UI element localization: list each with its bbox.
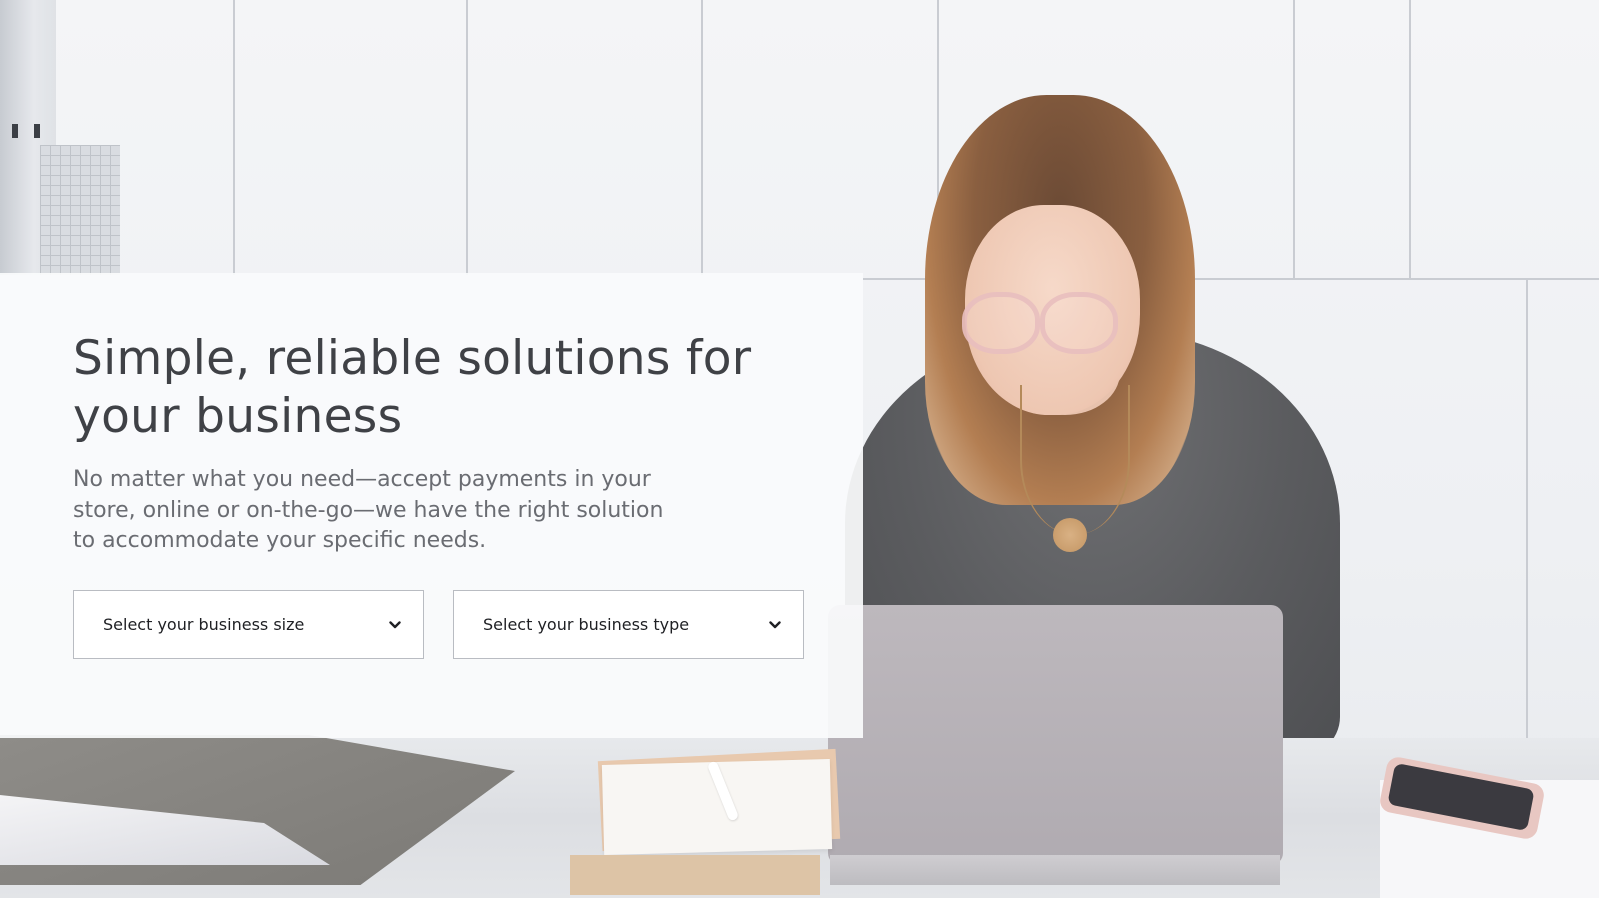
shelf-slot — [12, 124, 18, 138]
business-type-select-label: Select your business type — [483, 615, 690, 634]
business-type-select[interactable]: Select your business type — [453, 590, 804, 659]
chevron-down-icon — [389, 620, 401, 628]
hero-headline: Simple, reliable solutions for your busi… — [73, 331, 752, 444]
hero-section: Simple, reliable solutions for your busi… — [0, 0, 1599, 898]
grid-panel — [40, 145, 120, 275]
glasses-lens-right — [1040, 292, 1118, 354]
wall-tile-seam — [233, 0, 235, 275]
wall-tile-seam — [1409, 0, 1411, 280]
necklace-chain — [1020, 385, 1130, 535]
wall-tile-seam — [1526, 280, 1528, 740]
notebook-stack — [570, 855, 820, 895]
chevron-down-icon — [769, 620, 781, 628]
glasses-lens-left — [962, 292, 1040, 354]
wall-tile-seam — [701, 0, 703, 275]
business-size-select-label: Select your business size — [103, 615, 305, 634]
necklace-pendant — [1053, 518, 1087, 552]
laptop — [828, 605, 1283, 865]
hero-subtext: No matter what you need—accept payments … — [73, 467, 664, 553]
shelf-slot — [34, 124, 40, 138]
wall-tile-seam — [1293, 0, 1295, 280]
wall-tile-seam — [466, 0, 468, 275]
business-size-select[interactable]: Select your business size — [73, 590, 424, 659]
laptop-base — [830, 855, 1280, 885]
